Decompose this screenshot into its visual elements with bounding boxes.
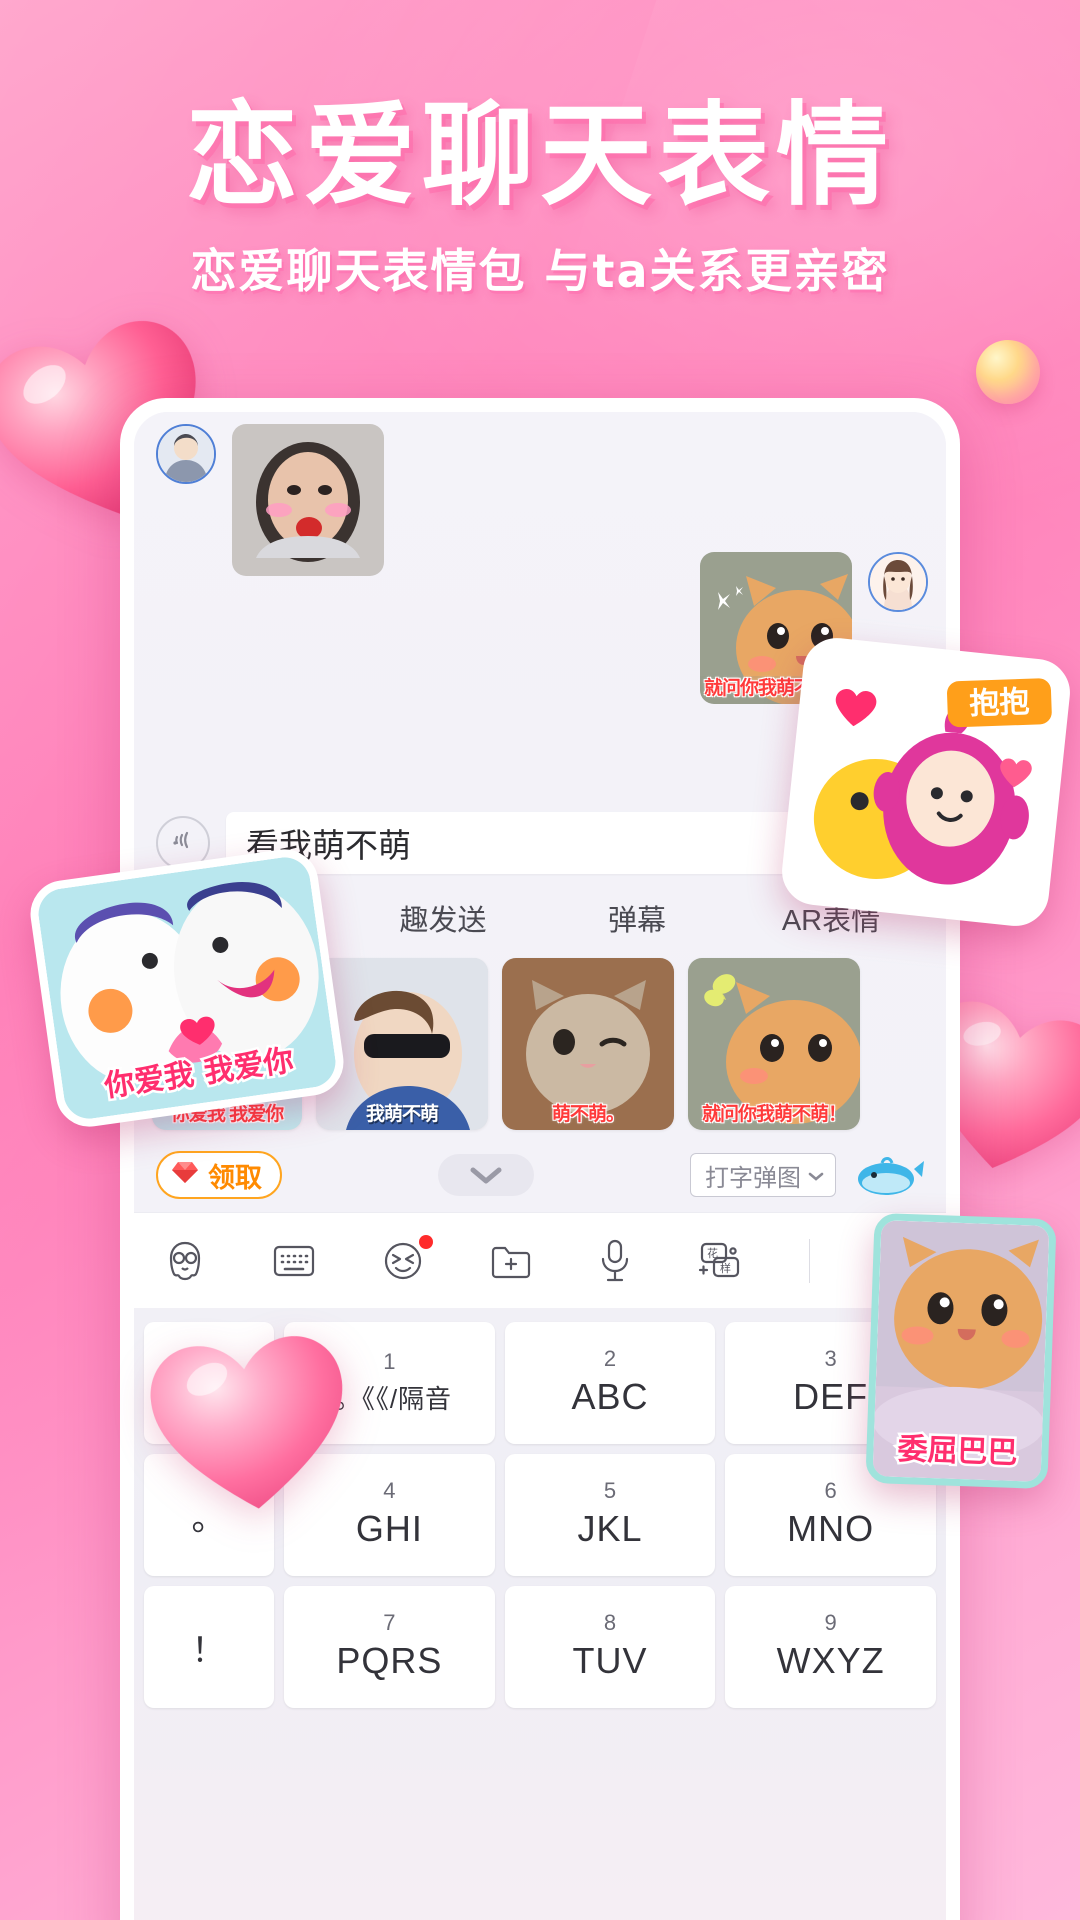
claim-label: 领取 [208,1162,262,1193]
keyboard-icon[interactable] [272,1242,316,1280]
tab-danmu[interactable]: 弹幕 [540,897,734,939]
key-label: TUV [572,1640,648,1681]
chevron-down-icon[interactable] [438,1154,534,1196]
key-number: 6 [824,1478,837,1503]
mode-label: 打字弹图 [705,1164,801,1192]
sticker-caption: 萌不萌。 [551,1104,625,1125]
floating-grievance-cat-sticker[interactable]: 委屈巴巴 [865,1212,1057,1490]
sticker-orange-cat-2[interactable]: 就问你我萌不萌！ [688,958,860,1130]
key-8[interactable]: 8 TUV [504,1586,716,1708]
caret-down-icon [807,1161,825,1189]
toolbar-divider [808,1238,810,1283]
folder-plus-icon[interactable] [489,1241,533,1281]
floating-love-dolls-sticker[interactable]: 你爱我 我爱你 [26,845,348,1131]
diamond-icon [170,1157,200,1194]
chat-message-left [156,424,384,576]
key-number: 1 [383,1348,396,1374]
key-label: WXYZ [776,1640,885,1681]
promo-page: 恋爱聊天表情 恋爱聊天表情包 与ta关系更亲密 就问你我萌不萌！ 看我萌不萌 趣… [0,0,1080,1920]
sticker-action-row: 领取 打字弹图 [134,1138,946,1212]
key-number: 4 [383,1478,396,1503]
key-label: MNO [787,1508,875,1549]
microphone-icon[interactable] [598,1238,632,1284]
numeric-keypad: ， 1 ,。《《/隔音 2 ABC 3 DEF 。 4 GHI 5 JKL 6 … [134,1308,946,1920]
svg-text:样: 样 [720,1261,731,1275]
tab-qufasong[interactable]: 趣发送 [346,897,540,939]
key-label: ， [191,1367,227,1406]
key-exclaim[interactable]: ！ [144,1586,274,1708]
key-number: 8 [603,1610,617,1635]
ghost-face-icon[interactable] [162,1238,208,1284]
key-number: 7 [383,1610,396,1635]
page-title: 恋爱聊天表情 [186,91,894,221]
keyboard-toolbar: 花 样 [134,1212,946,1308]
key-label: ABC [571,1376,649,1417]
key-1[interactable]: 1 ,。《《/隔音 [284,1322,495,1444]
svg-text:委屈巴巴: 委屈巴巴 [897,1432,1018,1471]
key-label: 。 [191,1499,227,1538]
key-number: 2 [603,1346,617,1371]
key-label: DEF [793,1376,869,1417]
key-7[interactable]: 7 PQRS [284,1586,495,1708]
sticker-caption: 就问你我萌不萌！ [701,1104,847,1125]
gradient-bubble-icon [976,340,1040,404]
whale-icon[interactable] [852,1151,924,1199]
mode-select[interactable]: 打字弹图 [690,1153,836,1197]
sticker-sunglasses-boy[interactable]: 我萌不萌 [316,958,488,1130]
svg-text:花: 花 [707,1247,718,1260]
smiley-icon[interactable] [381,1234,433,1283]
headline-block: 恋爱聊天表情 恋爱聊天表情包 与ta关系更亲密 [0,96,1080,301]
claim-button[interactable]: 领取 [156,1151,282,1199]
phone-screen: 就问你我萌不萌！ 看我萌不萌 泡泡趣聊 趣发送 弹幕 AR表 [134,412,946,1920]
key-2[interactable]: 2 ABC [504,1322,716,1444]
svg-text:抱抱: 抱抱 [969,685,1030,722]
avatar-boy-icon [156,424,216,484]
key-9[interactable]: 9 WXYZ [725,1586,936,1708]
key-label: GHI [355,1508,423,1549]
page-subtitle: 恋爱聊天表情包 与ta关系更亲密 [190,243,890,298]
floating-hug-sticker[interactable]: 抱抱 [778,634,1074,930]
key-number: 9 [824,1610,837,1635]
sticker-caption: 我萌不萌 [365,1104,439,1125]
key-period[interactable]: 。 [144,1454,274,1576]
notification-badge [418,1234,433,1249]
key-5[interactable]: 5 JKL [504,1454,716,1576]
key-number: 5 [603,1478,617,1503]
key-label: JKL [577,1508,643,1549]
phone-mockup: 就问你我萌不萌！ 看我萌不萌 泡泡趣聊 趣发送 弹幕 AR表 [120,398,960,1920]
sticker-kid-kiss[interactable] [232,424,384,576]
key-number: 3 [824,1346,837,1371]
avatar-girl-icon [868,552,928,612]
huayang-icon[interactable]: 花 样 [696,1238,744,1284]
sticker-wink-cat[interactable]: 萌不萌。 [502,958,674,1130]
key-label: ！ [191,1631,227,1670]
key-comma[interactable]: ， [144,1322,274,1444]
key-label: ,。《《/隔音 [326,1383,453,1414]
key-label: PQRS [336,1640,443,1681]
key-4[interactable]: 4 GHI [284,1454,495,1576]
